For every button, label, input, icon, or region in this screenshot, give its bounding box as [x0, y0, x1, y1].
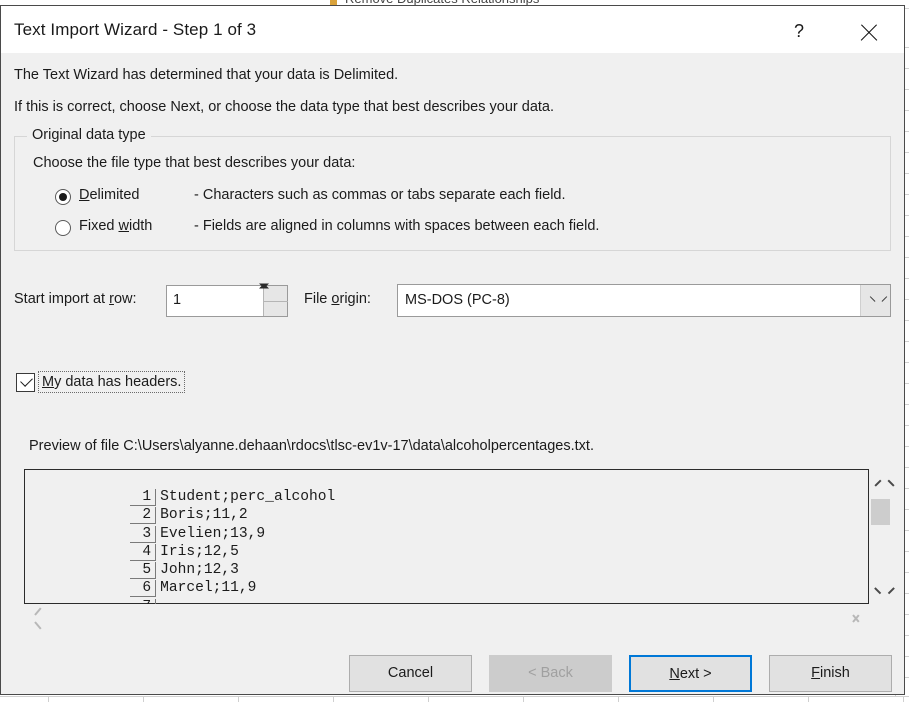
radio-delimited-indicator[interactable]	[55, 189, 71, 205]
worksheet-column-line	[713, 696, 714, 702]
worksheet-grid-bottom	[0, 696, 909, 702]
dialog-title: Text Import Wizard - Step 1 of 3	[14, 20, 257, 39]
preview-row: 1 Student;perc_alcohol	[25, 473, 845, 506]
chevron-left-icon	[36, 611, 44, 625]
preview-vertical-scrollbar[interactable]	[870, 469, 891, 604]
help-icon[interactable]: ?	[777, 16, 821, 46]
close-icon[interactable]	[847, 16, 891, 46]
dialog-body: The Text Wizard has determined that your…	[1, 53, 904, 694]
group-legend: Original data type	[27, 127, 151, 143]
worksheet-column-line	[238, 696, 239, 702]
worksheet-column-line	[428, 696, 429, 702]
radio-fixed-width-label: Fixed width	[79, 218, 153, 234]
scroll-down-button[interactable]	[870, 579, 891, 599]
back-button: < Back	[489, 655, 612, 692]
scroll-up-button[interactable]	[870, 474, 891, 494]
scroll-left-button[interactable]	[30, 607, 52, 629]
preview-file-label: Preview of file C:\Users\alyanne.dehaan\…	[29, 438, 594, 454]
worksheet-column-line	[808, 696, 809, 702]
check-icon	[20, 374, 33, 387]
worksheet-column-line	[903, 696, 904, 702]
chevron-down-icon	[875, 586, 886, 593]
vertical-scrollbar-thumb[interactable]	[871, 499, 890, 525]
chevron-down-icon	[870, 296, 880, 306]
triangle-down-icon	[259, 283, 269, 289]
chevron-right-icon	[853, 611, 861, 625]
cancel-button[interactable]: Cancel	[349, 655, 472, 692]
preview-row: 7	[25, 583, 845, 616]
preview-row: 5 John;12,3	[25, 546, 845, 580]
start-import-row-value[interactable]: 1	[173, 292, 181, 308]
file-origin-select[interactable]: MS-DOS (PC-8)	[397, 284, 891, 317]
stepper-divider	[264, 301, 288, 302]
radio-delimited-label: Delimited	[79, 187, 140, 203]
intro-text-line-1: The Text Wizard has determined that your…	[14, 67, 399, 83]
worksheet-column-line	[48, 696, 49, 702]
next-button[interactable]: Next >	[629, 655, 752, 692]
close-glyph	[858, 22, 880, 44]
stepper-buttons[interactable]	[259, 283, 288, 316]
worksheet-column-line	[333, 696, 334, 702]
finish-button[interactable]: Finish	[769, 655, 892, 692]
intro-text-line-2: If this is correct, choose Next, or choo…	[14, 99, 555, 115]
checkbox-label: My data has headers.	[38, 371, 186, 393]
worksheet-column-line	[143, 696, 144, 702]
file-origin-dropdown-button[interactable]	[860, 285, 890, 316]
chevron-up-icon	[875, 481, 886, 488]
worksheet-row-line	[0, 696, 909, 697]
preview-row: 6 Marcel;11,9	[25, 564, 845, 598]
file-origin-value: MS-DOS (PC-8)	[405, 292, 510, 308]
preview-lines: 1 Student;perc_alcohol 2 Boris;11,2 3 Eveli…	[25, 470, 845, 616]
group-prompt: Choose the file type that best describes…	[33, 155, 356, 171]
checkbox-indicator[interactable]	[16, 373, 35, 392]
scroll-right-button[interactable]	[847, 607, 869, 629]
worksheet-column-line	[523, 696, 524, 702]
screen: Remove Duplicates Relationships	[0, 0, 909, 702]
start-import-row-label: Start import at row:	[14, 291, 137, 307]
text-import-wizard-dialog: Text Import Wizard - Step 1 of 3 ? The T…	[0, 5, 905, 695]
original-data-type-group: Original data type Choose the file type …	[14, 127, 891, 251]
file-preview-pane[interactable]: 1 Student;perc_alcohol 2 Boris;11,2 3 Eveli…	[24, 469, 869, 616]
file-origin-label: File origin:	[304, 291, 371, 307]
preview-horizontal-scrollbar[interactable]	[24, 604, 891, 632]
radio-fixed-width-description: - Fields are aligned in columns with spa…	[194, 218, 600, 234]
start-import-row-stepper[interactable]: 1	[166, 283, 288, 317]
preview-row: 3 Evelien;13,9	[25, 510, 845, 543]
dialog-titlebar: Text Import Wizard - Step 1 of 3 ?	[1, 6, 904, 53]
preview-row: 4 Iris;12,5	[25, 528, 845, 561]
preview-row: 2 Boris;11,2	[25, 491, 845, 525]
radio-fixed-width-indicator[interactable]	[55, 220, 71, 236]
worksheet-column-line	[618, 696, 619, 702]
radio-delimited-description: - Characters such as commas or tabs sepa…	[194, 187, 566, 203]
